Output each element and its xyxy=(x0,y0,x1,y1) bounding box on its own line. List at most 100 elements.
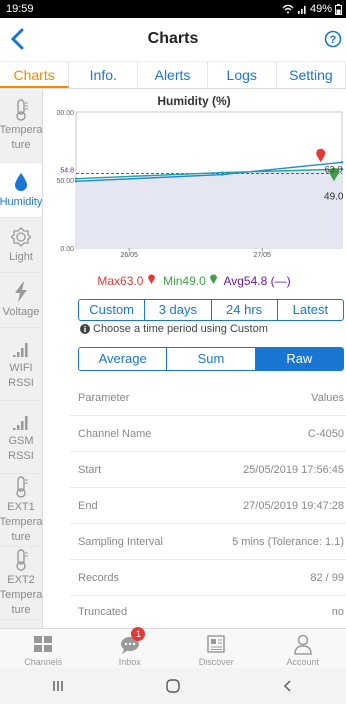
humidity-drop-icon xyxy=(15,172,27,191)
chart-plot: 00.00 50.00 0.00 54.8 26/05 27/05 63.0 49.0 xyxy=(56,110,344,259)
legend-min: Min49.0 xyxy=(163,274,206,288)
avg-label: 54.8 xyxy=(60,167,74,174)
row-value: 27/05/2019 19:47:28 xyxy=(243,499,344,512)
range-24hrs-button[interactable]: 24 hrs xyxy=(212,300,278,320)
nav-label: Channels xyxy=(24,657,63,667)
hint-text: Choose a time period using Custom xyxy=(93,323,268,335)
status-time: 19:59 xyxy=(6,3,34,15)
status-bar: 19:59 49% xyxy=(0,0,346,18)
thermometer-icon xyxy=(16,99,28,121)
min-marker-icon xyxy=(210,274,218,284)
table-row: Truncated no xyxy=(70,596,346,628)
sidebar-item-label: Tempera ture xyxy=(0,124,43,151)
tab-alerts[interactable]: Alerts xyxy=(138,62,208,88)
sidebar-item-label: EXT1 Tempera ture xyxy=(0,500,43,543)
min-value-label: 49.0 xyxy=(324,191,344,202)
thermometer-icon xyxy=(16,475,28,498)
data-point xyxy=(340,161,344,164)
battery-percent: 49% xyxy=(309,3,332,15)
area-fill xyxy=(76,169,342,248)
data-point xyxy=(221,171,224,174)
sidebar-item-ext3-temperature[interactable] xyxy=(0,620,42,628)
mode-average-button[interactable]: Average xyxy=(79,348,168,370)
data-point xyxy=(221,173,224,176)
x-tick-label: 26/05 xyxy=(120,252,138,259)
row-value: C-4050 xyxy=(307,427,344,440)
channels-grid-icon xyxy=(34,636,53,652)
nav-label: Discover xyxy=(198,657,234,667)
bottom-navigation: Channels 1 Inbox Discover Account xyxy=(0,627,346,669)
sidebar-item-temperature[interactable]: Tempera ture xyxy=(0,90,42,163)
sidebar-item-label: Light xyxy=(9,250,33,263)
sidebar-item-gsm-rssi[interactable]: GSM RSSI xyxy=(0,401,42,474)
nav-account[interactable]: Account xyxy=(260,629,346,669)
range-selector: Custom 3 days 24 hrs Latest xyxy=(78,299,344,321)
thermometer-icon xyxy=(16,548,28,571)
sidebar-item-ext1-temperature[interactable]: EXT1 Tempera ture xyxy=(0,474,42,547)
mode-selector: Average Sum Raw xyxy=(78,347,344,371)
legend-max: Max63.0 xyxy=(97,274,144,288)
channel-sidebar: Tempera ture Humidity Light Voltage WIFI… xyxy=(0,90,43,628)
row-value: no xyxy=(331,606,344,618)
row-param: Channel Name xyxy=(78,427,152,440)
home-icon[interactable] xyxy=(163,678,183,694)
nav-label: Account xyxy=(286,657,320,667)
tab-charts[interactable]: Charts xyxy=(0,62,70,88)
nav-discover[interactable]: Discover xyxy=(173,629,260,669)
table-row: End 27/05/2019 19:47:28 xyxy=(70,488,346,524)
signal-bars-icon xyxy=(13,343,28,357)
info-icon xyxy=(80,324,90,334)
system-navigation xyxy=(0,668,346,704)
inbox-badge: 1 xyxy=(131,627,146,641)
x-tick-label: 27/05 xyxy=(253,252,271,259)
row-value: 25/05/2019 17:56:45 xyxy=(243,463,344,476)
sidebar-item-label: WIFI RSSI xyxy=(8,362,34,389)
max-value-label: 63.0 xyxy=(325,164,343,174)
help-icon[interactable]: ? xyxy=(324,30,342,48)
cell-signal-icon xyxy=(297,6,306,14)
y-tick-label: 00.00 xyxy=(56,110,74,117)
discover-news-icon xyxy=(207,635,225,653)
max-marker-icon xyxy=(147,274,155,284)
row-param: Truncated xyxy=(78,606,128,618)
y-tick-label: 50.00 xyxy=(56,178,74,185)
nav-inbox[interactable]: 1 Inbox xyxy=(87,627,174,669)
tab-info[interactable]: Info. xyxy=(69,62,139,88)
data-point xyxy=(74,180,78,183)
recent-apps-icon[interactable] xyxy=(48,678,68,694)
sidebar-item-voltage[interactable]: Voltage xyxy=(0,273,42,328)
sidebar-item-label: GSM RSSI xyxy=(8,435,34,462)
y-tick-label: 0.00 xyxy=(60,246,74,253)
table-row: Start 25/05/2019 17:56:45 xyxy=(70,452,346,488)
light-sun-icon xyxy=(11,226,31,247)
sidebar-item-ext2-temperature[interactable]: EXT2 Tempera ture xyxy=(0,547,42,620)
nav-label: Inbox xyxy=(118,657,141,667)
tab-setting[interactable]: Setting xyxy=(277,62,346,88)
row-value: 82 / 99 xyxy=(310,571,344,584)
header-bar: Charts ? xyxy=(0,18,346,62)
mode-sum-button[interactable]: Sum xyxy=(167,348,256,370)
battery-icon xyxy=(335,3,342,15)
mode-raw-button[interactable]: Raw xyxy=(255,348,343,370)
range-latest-button[interactable]: Latest xyxy=(278,300,343,320)
row-param: Records xyxy=(78,571,119,584)
legend-avg: Avg54.8 (—) xyxy=(223,274,291,288)
chart-legend: Max63.0 Min49.0 Avg54.8 (—) xyxy=(42,273,346,288)
range-3days-button[interactable]: 3 days xyxy=(145,300,212,320)
row-value: 5 mins (Tolerance: 1.1) xyxy=(232,535,344,548)
nav-channels[interactable]: Channels xyxy=(0,629,87,669)
header-values: Values xyxy=(311,391,344,404)
signal-bars-icon xyxy=(13,416,28,430)
row-param: Sampling Interval xyxy=(78,535,163,548)
page-title: Charts xyxy=(147,30,199,47)
system-back-icon[interactable] xyxy=(278,678,298,694)
tab-logs[interactable]: Logs xyxy=(208,62,277,88)
sidebar-item-wifi-rssi[interactable]: WIFI RSSI xyxy=(0,328,42,401)
sidebar-item-humidity[interactable]: Humidity xyxy=(0,163,42,218)
range-custom-button[interactable]: Custom xyxy=(79,300,146,320)
data-point xyxy=(74,177,78,180)
sidebar-item-label: Voltage xyxy=(2,305,40,318)
sidebar-item-light[interactable]: Light xyxy=(0,218,42,273)
table-row: Sampling Interval 5 mins (Tolerance: 1.1… xyxy=(70,524,346,560)
row-param: End xyxy=(78,499,98,512)
